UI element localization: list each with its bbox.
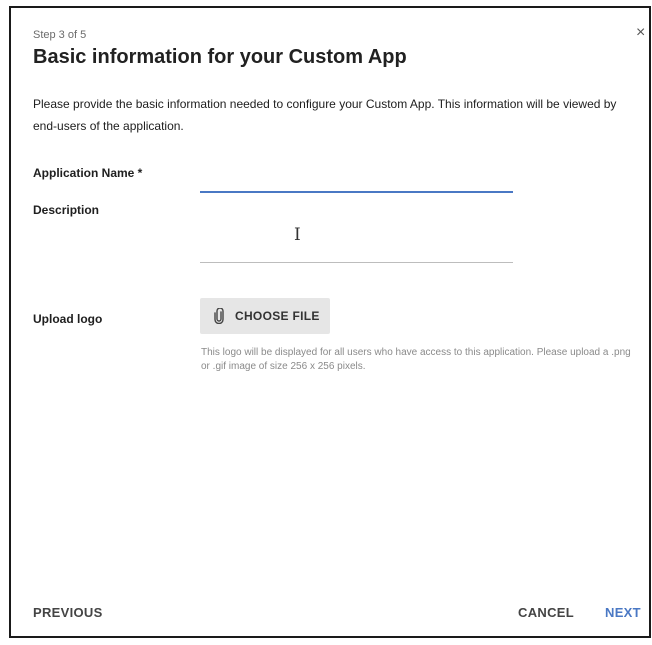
previous-button[interactable]: PREVIOUS xyxy=(33,605,103,620)
custom-app-dialog: Step 3 of 5 Basic information for your C… xyxy=(9,6,651,638)
description-input[interactable] xyxy=(200,207,513,263)
close-icon[interactable]: × xyxy=(636,25,645,41)
intro-text: Please provide the basic information nee… xyxy=(33,97,617,133)
cancel-button[interactable]: CANCEL xyxy=(518,605,574,620)
description-label: Description xyxy=(33,203,100,217)
application-name-label: Application Name * xyxy=(33,166,143,180)
choose-file-button[interactable]: CHOOSE FILE xyxy=(200,298,330,334)
choose-file-label: CHOOSE FILE xyxy=(235,309,320,323)
logo-hint: This logo will be displayed for all user… xyxy=(201,347,631,372)
application-name-input[interactable] xyxy=(200,173,513,193)
upload-logo-label: Upload logo xyxy=(33,312,103,326)
dialog-title: Basic information for your Custom App xyxy=(33,46,407,68)
paperclip-icon xyxy=(212,308,226,324)
step-indicator: Step 3 of 5 xyxy=(33,29,87,41)
next-button[interactable]: NEXT xyxy=(605,605,641,620)
